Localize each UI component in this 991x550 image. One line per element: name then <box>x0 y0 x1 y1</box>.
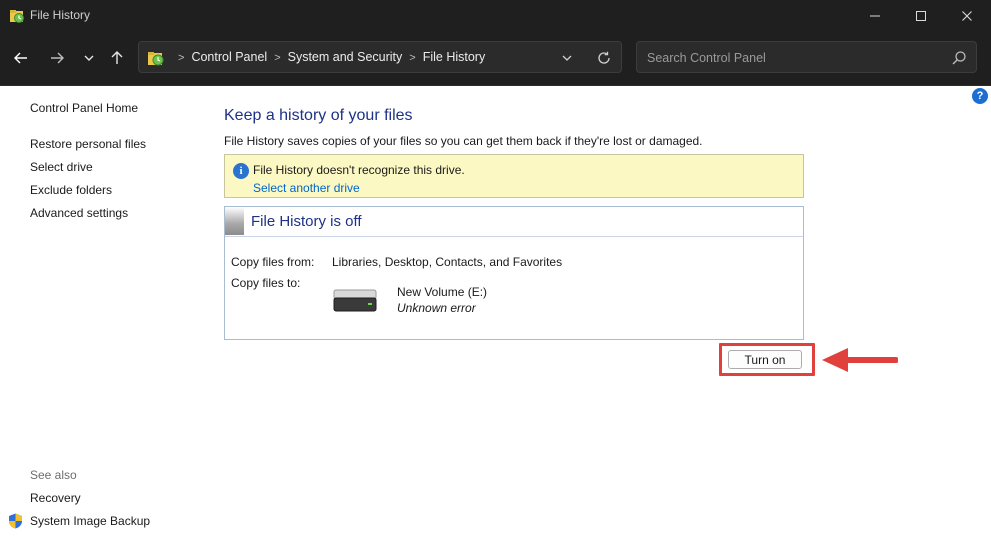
search-box[interactable] <box>636 41 977 73</box>
hard-drive-icon <box>333 289 377 312</box>
maximize-button[interactable] <box>898 0 944 32</box>
info-message: File History doesn't recognize this driv… <box>253 163 465 177</box>
breadcrumb-separator-icon[interactable]: > <box>409 52 415 64</box>
page-heading: Keep a history of your files <box>224 107 413 124</box>
turn-on-button[interactable]: Turn on <box>728 350 802 369</box>
up-button[interactable] <box>104 45 130 71</box>
status-title: File History is off <box>251 213 362 230</box>
info-bar: i File History doesn't recognize this dr… <box>224 154 804 198</box>
title-bar: File History <box>0 0 991 32</box>
info-icon: i <box>233 163 249 179</box>
page-description: File History saves copies of your files … <box>224 134 703 148</box>
close-button[interactable] <box>944 0 990 32</box>
breadcrumb-system-and-security[interactable]: System and Security <box>288 50 403 64</box>
copy-from-value: Libraries, Desktop, Contacts, and Favori… <box>332 255 563 269</box>
address-dropdown-button[interactable] <box>557 48 577 68</box>
search-icon[interactable] <box>951 50 967 66</box>
refresh-icon <box>598 51 610 64</box>
address-bar[interactable]: > Control Panel > System and Security > File … <box>138 41 622 73</box>
uac-shield-icon <box>9 513 22 529</box>
chevron-down-icon <box>84 55 94 61</box>
navigation-bar: > Control Panel > System and Security > File … <box>0 32 991 86</box>
chevron-down-icon <box>562 55 572 61</box>
minimize-button[interactable] <box>852 0 898 32</box>
drive-name: New Volume (E:) <box>397 285 488 299</box>
breadcrumb-separator-icon[interactable]: > <box>274 52 280 64</box>
control-panel-home-link[interactable]: Control Panel Home <box>30 101 138 115</box>
advanced-settings-link[interactable]: Advanced settings <box>30 206 128 220</box>
breadcrumb-control-panel[interactable]: Control Panel <box>191 50 267 64</box>
maximize-icon <box>916 11 926 21</box>
arrow-left-icon <box>14 52 27 64</box>
back-button[interactable] <box>8 45 34 71</box>
arrow-up-icon <box>111 51 123 64</box>
file-history-app-icon <box>10 10 24 23</box>
status-indicator <box>225 207 244 235</box>
system-image-backup-link[interactable]: System Image Backup <box>30 514 150 528</box>
recovery-link[interactable]: Recovery <box>30 491 81 505</box>
breadcrumb-file-history[interactable]: File History <box>423 50 486 64</box>
select-drive-link[interactable]: Select drive <box>30 160 93 174</box>
recent-locations-button[interactable] <box>76 45 102 71</box>
breadcrumb-separator-icon: > <box>178 52 185 64</box>
help-icon[interactable]: ? <box>972 88 988 104</box>
window-title: File History <box>30 8 91 22</box>
drive-status: Unknown error <box>397 301 476 315</box>
status-panel: File History is off Copy files from: Lib… <box>224 206 804 340</box>
search-input[interactable] <box>645 47 939 69</box>
status-header: File History is off <box>225 207 803 237</box>
close-icon <box>962 11 972 21</box>
forward-button[interactable] <box>44 45 70 71</box>
refresh-button[interactable] <box>594 48 614 68</box>
breadcrumb: > Control Panel > System and Security > File … <box>171 50 485 64</box>
restore-personal-files-link[interactable]: Restore personal files <box>30 137 146 151</box>
main-content: ? Keep a history of your files File Hist… <box>200 86 991 550</box>
copy-from-label: Copy files from: <box>231 255 315 269</box>
left-pane: Control Panel Home Restore personal file… <box>0 86 200 550</box>
arrow-right-icon <box>51 52 64 64</box>
copy-to-label: Copy files to: <box>231 276 301 290</box>
see-also-label: See also <box>30 468 77 482</box>
exclude-folders-link[interactable]: Exclude folders <box>30 183 112 197</box>
control-panel-icon <box>148 52 164 66</box>
select-another-drive-link[interactable]: Select another drive <box>253 181 360 195</box>
callout-arrow-icon <box>822 348 898 372</box>
minimize-icon <box>870 15 880 17</box>
